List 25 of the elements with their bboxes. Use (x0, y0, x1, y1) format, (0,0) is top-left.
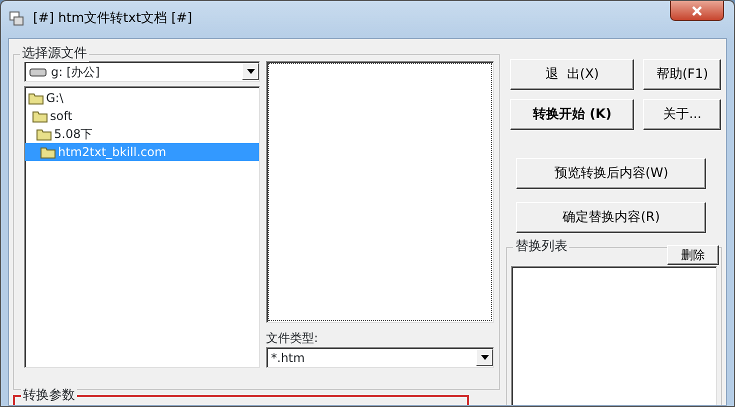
folder-icon (40, 146, 56, 158)
folder-icon (36, 128, 52, 140)
action-button[interactable]: 预览转换后内容(W) (516, 158, 706, 189)
close-button[interactable] (670, 1, 724, 21)
folder-item[interactable]: G:\ (25, 89, 259, 107)
file-type-dropdown[interactable]: *.htm (266, 347, 494, 368)
app-icon (9, 11, 25, 27)
group-label: 替换列表 (513, 239, 570, 255)
file-type-label: 文件类型: (266, 331, 320, 345)
window-title: [#] htm文件转txt文档 [#] (33, 10, 192, 28)
folder-icon (32, 110, 48, 122)
drive-icon (29, 66, 47, 76)
action-button[interactable]: 转换开始 (K) (510, 99, 634, 130)
action-button[interactable]: 关于... (643, 99, 722, 130)
folder-item[interactable]: soft (25, 107, 259, 125)
delete-button[interactable]: 删除 (667, 245, 719, 265)
folder-icon (28, 92, 44, 104)
group-label: 转换参数 (21, 388, 77, 404)
action-button[interactable]: 退 出(X) (510, 59, 634, 90)
folder-item[interactable]: 5.08下 (25, 125, 259, 143)
group-label: 选择源文件 (20, 46, 89, 62)
close-icon (691, 6, 703, 16)
action-button[interactable]: 帮助(F1) (643, 59, 722, 90)
drive-dropdown[interactable]: g: [办公] (24, 61, 260, 82)
action-button[interactable]: 确定替换内容(R) (516, 202, 706, 233)
